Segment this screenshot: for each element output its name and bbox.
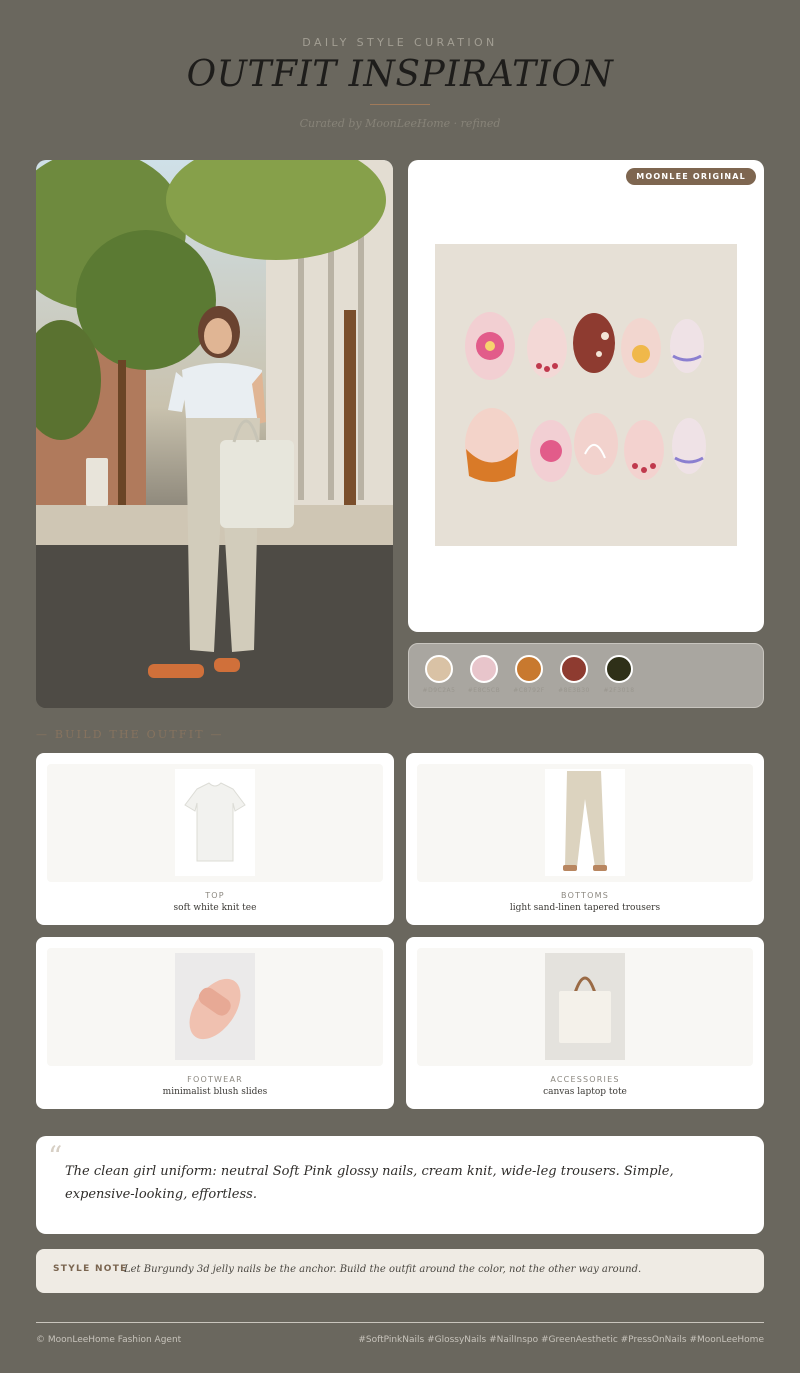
palette-swatch: #D9C2A5 <box>419 655 459 694</box>
outfit-piece-card[interactable]: FOOTWEAR minimalist blush slides <box>36 937 394 1109</box>
swatch-hex-label: #D9C2A5 <box>422 687 456 694</box>
page-title: OUTFIT INSPIRATION <box>186 54 614 95</box>
style-note-text: Let Burgundy 3d jelly nails be the ancho… <box>124 1264 642 1275</box>
piece-category: BOTTOMS <box>561 891 609 900</box>
page-kicker: DAILY STYLE CURATION <box>302 36 498 49</box>
swatch-dot-1 <box>425 655 453 683</box>
swatch-hex-label: #E8C5CB <box>467 687 501 694</box>
press-on-nails-image <box>435 244 737 546</box>
style-note-label: STYLE NOTE <box>53 1264 128 1274</box>
quote-mark-icon: “ <box>48 1140 63 1173</box>
piece-image-stage <box>47 948 383 1066</box>
canvas-tote-image <box>545 953 625 1060</box>
piece-category: ACCESSORIES <box>550 1075 620 1084</box>
piece-category: TOP <box>205 891 225 900</box>
swatch-hex-label: #8E3B30 <box>558 687 590 694</box>
outfit-piece-card[interactable]: ACCESSORIES canvas laptop tote <box>406 937 764 1109</box>
piece-description: canvas laptop tote <box>543 1087 627 1097</box>
white-tee-image <box>175 769 255 876</box>
footer-copyright: © MoonLeeHome Fashion Agent <box>36 1335 182 1345</box>
outfit-piece-card[interactable]: TOP soft white knit tee <box>36 753 394 925</box>
quote-card: “ The clean girl uniform: neutral Soft P… <box>36 1136 764 1234</box>
outfit-piece-card[interactable]: BOTTOMS light sand-linen tapered trouser… <box>406 753 764 925</box>
color-palette: #D9C2A5 #E8C5CB #C8792F #8E3B30 #2F3018 <box>408 643 764 708</box>
swatch-dot-5 <box>605 655 633 683</box>
piece-image-stage <box>417 948 753 1066</box>
moonlee-original-badge: MOONLEE ORIGINAL <box>626 168 756 185</box>
footer-divider <box>36 1322 764 1323</box>
piece-description: soft white knit tee <box>173 903 257 913</box>
title-divider <box>370 104 430 105</box>
street-scene-image <box>36 160 393 708</box>
linen-trousers-image <box>545 769 625 876</box>
palette-swatch: #2F3018 <box>599 655 639 694</box>
swatch-hex-label: #2F3018 <box>603 687 635 694</box>
swatch-dot-4 <box>560 655 588 683</box>
quote-text: The clean girl uniform: neutral Soft Pin… <box>65 1164 674 1202</box>
style-note-bar: STYLE NOTE Let Burgundy 3d jelly nails b… <box>36 1249 764 1293</box>
outfit-hero-photo <box>36 160 393 708</box>
piece-description: light sand-linen tapered trousers <box>509 903 661 913</box>
curated-by-line: Curated by MoonLeeHome · refined <box>299 117 501 130</box>
nail-set-illustration <box>435 244 737 546</box>
footer-hashtags: #SoftPinkNails #GlossyNails #NailInspo #… <box>358 1335 764 1345</box>
palette-swatch: #E8C5CB <box>464 655 504 694</box>
nail-set-card: MOONLEE ORIGINAL <box>408 160 764 632</box>
swatch-hex-label: #C8792F <box>513 687 545 694</box>
swatch-dot-2 <box>470 655 498 683</box>
palette-swatch: #C8792F <box>509 655 549 694</box>
piece-image-stage <box>47 764 383 882</box>
piece-image-stage <box>417 764 753 882</box>
piece-description: minimalist blush slides <box>162 1087 268 1097</box>
build-the-outfit-heading: — BUILD THE OUTFIT — <box>36 728 224 741</box>
blush-slides-image <box>175 953 255 1060</box>
palette-swatch: #8E3B30 <box>554 655 594 694</box>
swatch-dot-3 <box>515 655 543 683</box>
piece-category: FOOTWEAR <box>187 1075 243 1084</box>
